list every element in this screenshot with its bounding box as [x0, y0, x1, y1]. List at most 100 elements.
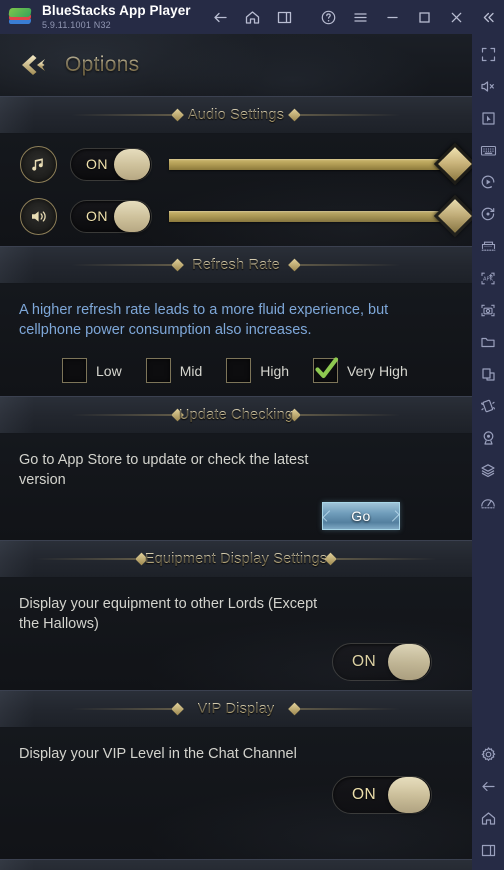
section-body-equipment-display: Display your equipment to other Lords (E… [0, 578, 472, 690]
recent-apps-button[interactable] [269, 0, 301, 34]
toggle-knob [114, 148, 150, 180]
window-titlebar: BlueStacks App Player 5.9.11.1001 N32 [0, 0, 504, 34]
slider-handle[interactable] [433, 194, 472, 238]
toggle-knob [388, 777, 430, 813]
sidebar-install-apk[interactable]: APK [472, 262, 504, 294]
sidebar-macro[interactable] [472, 166, 504, 198]
refresh-rate-options: Low Mid High Very High [0, 340, 472, 401]
section-header-equipment-display: Equipment Display Settings [0, 540, 472, 578]
sidebar-keyboard[interactable] [472, 134, 504, 166]
sound-volume-row: ON [0, 190, 472, 242]
sidebar-performance[interactable] [472, 486, 504, 518]
toggle-label: ON [86, 208, 108, 224]
music-note-icon [20, 145, 57, 183]
back-chevron-icon[interactable] [18, 52, 48, 78]
page-header: Options [0, 34, 472, 96]
sidebar-settings[interactable] [472, 738, 504, 770]
app-version: 5.9.11.1001 N32 [42, 19, 111, 30]
section-body-audio: ON ON [0, 134, 472, 246]
game-viewport: Options Audio Settings ON ON Refresh Rat… [0, 34, 472, 870]
sidebar-multi-instance[interactable] [472, 358, 504, 390]
home-button[interactable] [237, 0, 269, 34]
toggle-knob [114, 200, 150, 232]
section-body-refresh-rate: A higher refresh rate leads to a more fl… [0, 284, 472, 396]
checkbox[interactable] [145, 358, 171, 383]
vip-display-toggle[interactable]: ON [332, 776, 432, 814]
collapse-sidebar-button[interactable] [472, 0, 504, 34]
section-header-audio: Audio Settings [0, 96, 472, 134]
section-title: Audio Settings [187, 107, 285, 123]
section-header-update-checking: Update Checking [0, 396, 472, 434]
music-volume-row: ON [0, 138, 472, 190]
checkmark-icon [312, 353, 341, 388]
menu-button[interactable] [344, 0, 376, 34]
slider-track [169, 158, 446, 170]
back-button[interactable] [205, 0, 237, 34]
sidebar-screenshot[interactable] [472, 294, 504, 326]
refresh-rate-description: A higher refresh rate leads to a more fl… [19, 302, 389, 338]
section-header-refresh-rate: Refresh Rate [0, 246, 472, 284]
checkbox-label: Mid [179, 362, 203, 379]
toggle-label: ON [86, 156, 108, 172]
refresh-option-very-high[interactable]: Very High [313, 357, 408, 383]
sidebar-location[interactable] [472, 422, 504, 454]
maximize-button[interactable] [408, 0, 440, 34]
music-volume-slider[interactable] [169, 142, 472, 186]
svg-text:APK: APK [483, 276, 494, 282]
minimize-button[interactable] [376, 0, 408, 34]
equipment-display-toggle[interactable]: ON [332, 643, 432, 681]
sound-toggle[interactable]: ON [70, 199, 152, 233]
checkbox-label: Very High [347, 362, 408, 379]
section-body-vip-display: Display your VIP Level in the Chat Chann… [0, 728, 472, 859]
section-title: Equipment Display Settings [144, 551, 328, 567]
section-title: VIP Display [197, 701, 275, 717]
slider-handle[interactable] [433, 142, 472, 186]
section-title: Update Checking [178, 407, 294, 423]
section-body-update-checking: Go to App Store to update or check the l… [0, 434, 472, 540]
equipment-toggle-row: ON [0, 643, 472, 681]
titlebar-nav-group [205, 0, 301, 34]
window-controls-group [312, 0, 504, 34]
checkbox[interactable] [313, 357, 339, 383]
toggle-label: ON [352, 786, 377, 803]
refresh-option-low[interactable]: Low [62, 358, 122, 383]
sidebar-mute[interactable] [472, 70, 504, 102]
speaker-icon [20, 197, 57, 235]
music-toggle[interactable]: ON [70, 147, 152, 181]
refresh-option-high[interactable]: High [226, 358, 289, 383]
refresh-option-mid[interactable]: Mid [145, 358, 203, 383]
go-button[interactable]: Go [322, 502, 400, 530]
sidebar-home[interactable] [472, 802, 504, 834]
sidebar-back[interactable] [472, 770, 504, 802]
close-button[interactable] [440, 0, 472, 34]
sidebar-gamepad[interactable] [472, 230, 504, 262]
sidebar-shake[interactable] [472, 390, 504, 422]
section-title: Refresh Rate [192, 257, 280, 273]
sidebar-controls[interactable] [472, 102, 504, 134]
checkbox-label: Low [96, 362, 122, 379]
sidebar-recents[interactable] [472, 834, 504, 866]
update-checking-description: Go to App Store to update or check the l… [19, 452, 309, 488]
bluestacks-logo [8, 7, 32, 27]
sidebar-fullscreen[interactable] [472, 38, 504, 70]
app-title: BlueStacks App Player [42, 3, 191, 19]
checkbox[interactable] [226, 358, 252, 383]
toggle-knob [388, 644, 430, 680]
checkbox[interactable] [62, 358, 87, 383]
vip-display-description: Display your VIP Level in the Chat Chann… [19, 746, 297, 762]
sidebar-rotate[interactable] [472, 198, 504, 230]
help-button[interactable] [312, 0, 344, 34]
slider-track [169, 210, 446, 222]
vip-toggle-row: ON [0, 776, 472, 814]
equipment-display-description: Display your equipment to other Lords (E… [19, 596, 318, 632]
sound-volume-slider[interactable] [169, 194, 472, 238]
go-button-label: Go [351, 508, 371, 524]
page-title: Options [65, 53, 140, 76]
app-title-block: BlueStacks App Player 5.9.11.1001 N32 [42, 4, 191, 30]
sidebar-layers[interactable] [472, 454, 504, 486]
bluestacks-sidebar: APK [472, 34, 504, 870]
sidebar-media-manager[interactable] [472, 326, 504, 358]
toggle-label: ON [352, 653, 377, 670]
section-header-priority-settings: Priority Settings [0, 859, 472, 870]
section-header-vip-display: VIP Display [0, 690, 472, 728]
